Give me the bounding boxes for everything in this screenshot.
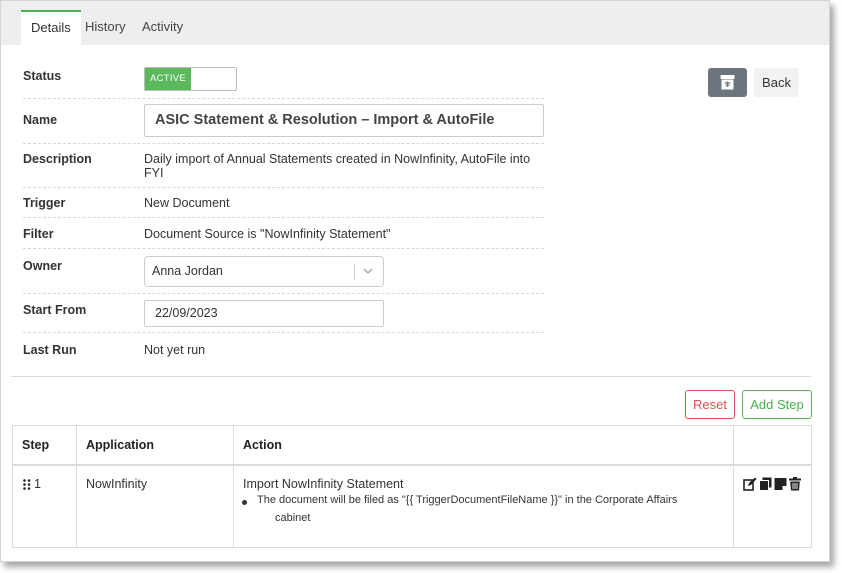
owner-row: Owner Anna Jordan (23, 256, 544, 294)
bullet-dot (242, 500, 247, 505)
tab-bar: Details History Activity (1, 1, 829, 45)
archive-button[interactable] (708, 68, 747, 97)
column-divider (733, 426, 734, 547)
step-action-detail-line1: The document will be filed as "{{ Trigge… (257, 494, 678, 506)
trigger-label: Trigger (23, 196, 66, 210)
select-separator (354, 264, 355, 280)
column-divider (76, 426, 77, 547)
header-step: Step (22, 438, 50, 452)
tab-history[interactable]: History (75, 10, 135, 45)
edit-icon[interactable] (743, 477, 757, 491)
name-row: Name ASIC Statement & Resolution – Impor… (23, 104, 544, 144)
tab-activity[interactable]: Activity (132, 10, 193, 45)
section-divider (11, 376, 811, 377)
header-divider (13, 464, 811, 466)
description-value: Daily import of Annual Statements create… (144, 152, 531, 180)
start-label: Start From (23, 303, 87, 317)
column-divider (233, 426, 234, 547)
add-step-button[interactable]: Add Step (742, 390, 812, 419)
header-action: Action (243, 438, 282, 452)
start-date-input[interactable]: 22/09/2023 (144, 300, 384, 327)
tab-details[interactable]: Details (21, 10, 81, 45)
row-actions (743, 477, 803, 491)
trigger-row: Trigger New Document (23, 195, 544, 218)
trigger-value: New Document (144, 196, 230, 210)
step-action-detail-cont: cabinet (275, 512, 310, 524)
trash-icon[interactable] (789, 477, 801, 491)
reset-button[interactable]: Reset (685, 390, 735, 419)
description-label: Description (23, 152, 92, 166)
filter-value: Document Source is "NowInfinity Statemen… (144, 227, 391, 241)
steps-table: Step Application Action 1 NowInfinity Im… (12, 425, 812, 548)
owner-select-value: Anna Jordan (152, 264, 223, 278)
lastrun-row: Last Run Not yet run (23, 342, 544, 362)
start-row: Start From 22/09/2023 (23, 300, 544, 333)
description-row: Description Daily import of Annual State… (23, 151, 544, 188)
filter-row: Filter Document Source is "NowInfinity S… (23, 226, 544, 249)
step-action-title: Import NowInfinity Statement (243, 477, 404, 491)
filter-label: Filter (23, 227, 54, 241)
drag-handle-icon[interactable] (23, 479, 31, 490)
lastrun-value: Not yet run (144, 343, 206, 357)
status-row: Status ACTIVE (23, 67, 544, 99)
copy-icon[interactable] (759, 477, 772, 491)
owner-select[interactable]: Anna Jordan (144, 256, 384, 287)
name-input[interactable]: ASIC Statement & Resolution – Import & A… (144, 104, 544, 137)
step-action-detail: The document will be filed as "{{ Trigge… (242, 494, 727, 506)
name-label: Name (23, 113, 58, 127)
lastrun-label: Last Run (23, 343, 77, 357)
step-number: 1 (34, 477, 41, 491)
note-icon[interactable] (774, 477, 787, 491)
status-toggle-on: ACTIVE (145, 68, 191, 90)
step-application: NowInfinity (86, 477, 148, 491)
status-label: Status (23, 69, 62, 83)
back-button[interactable]: Back (754, 68, 799, 97)
chevron-down-icon[interactable] (360, 263, 376, 279)
step-action-detail-line2: cabinet (275, 512, 311, 524)
workflow-window: Details History Activity Status ACTIVE N… (0, 0, 830, 562)
header-application: Application (86, 438, 155, 452)
archive-icon (720, 75, 735, 90)
owner-label: Owner (23, 259, 62, 273)
status-toggle[interactable]: ACTIVE (144, 67, 237, 91)
